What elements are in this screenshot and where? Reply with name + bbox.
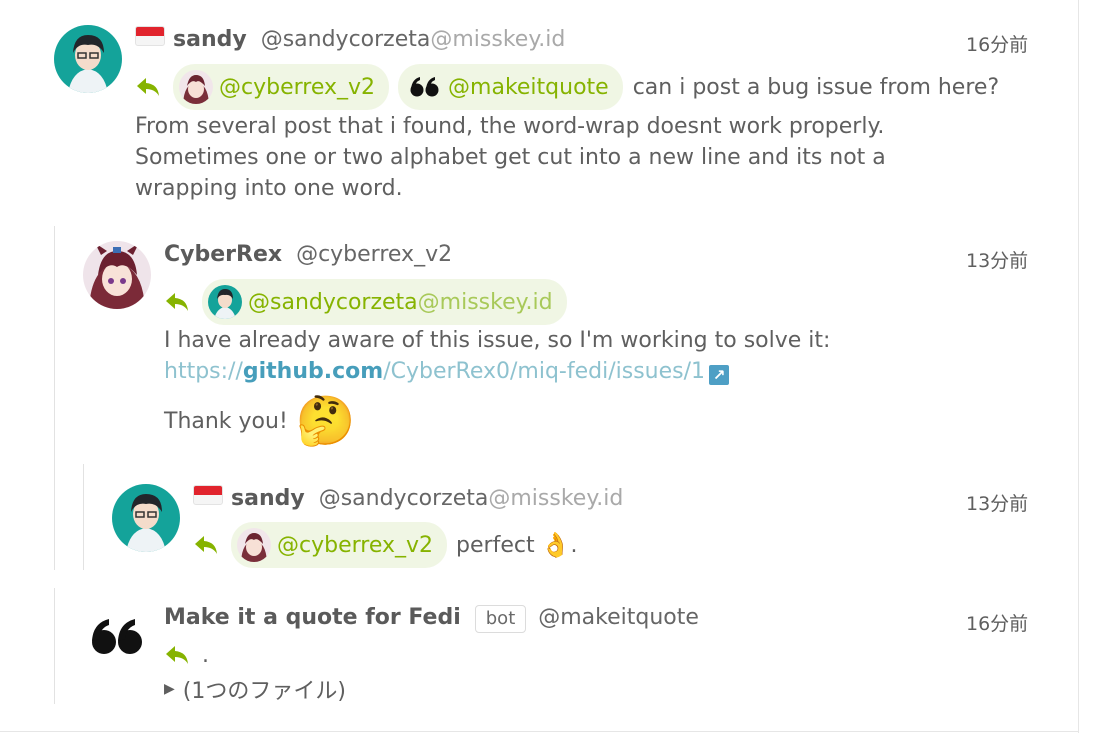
note-text: perfect [456,532,535,558]
files-toggle-label: (1つのファイル) [182,679,346,704]
thread-line-nested [83,464,84,570]
note-text-line: . [164,641,209,669]
triangle-right-icon: ▶ [164,681,175,697]
note-text-thanks-line: Thank you! 🤔 [164,392,356,450]
mention-cyberrex[interactable]: @cyberrex_v2 [231,522,448,568]
display-name[interactable]: Make it a quote for Fedi [164,605,461,630]
user-host[interactable]: @misskey.id [430,27,565,52]
note-text-first-line: @cyberrex_v2 @makeitquote can i post a b… [135,64,999,110]
note-text-line: I have already aware of this issue, so I… [164,328,831,353]
thinking-emoji: 🤔 [295,393,356,449]
note-reply-target-line: @sandycorzeta @misskey.id [164,279,576,325]
avatar-makeitquote[interactable] [83,604,151,672]
link-path: /CyberRex0/miq-fedi/issues/1 [383,359,706,384]
bottom-border [0,731,1078,732]
note-text-body: I have already aware of this issue, so I… [164,325,830,387]
reply-arrow-icon [195,536,217,554]
display-name[interactable]: sandy [231,486,305,511]
display-name[interactable]: sandy [173,27,247,52]
mention-username: @sandycorzeta [248,289,418,315]
username[interactable]: @sandycorzeta [319,486,489,511]
note-text-line: @cyberrex_v2 perfect 👌 . [193,522,577,568]
thread-line [54,226,55,570]
note-header: sandy @sandycorzeta @misskey.id [135,26,565,52]
user-host[interactable]: @misskey.id [488,486,623,511]
username[interactable]: @sandycorzeta [261,27,431,52]
mention-sandycorzeta[interactable]: @sandycorzeta @misskey.id [202,279,567,325]
right-border [1078,0,1079,733]
reply-arrow-icon [166,646,188,664]
note-time[interactable]: 16分前 [966,30,1028,57]
note-time[interactable]: 16分前 [966,609,1028,636]
files-toggle[interactable]: ▶ (1つのファイル) [164,673,346,705]
ok-hand-emoji: 👌 [540,531,571,559]
username[interactable]: @cyberrex_v2 [296,242,452,267]
mention-text: @cyberrex_v2 [277,532,434,558]
avatar-sandy[interactable] [112,484,180,552]
note-text-inline: can i post a bug issue from here? [632,74,1000,100]
bot-badge: bot [474,605,527,633]
note-header: CyberRex @cyberrex_v2 [164,242,452,267]
avatar-cyberrex-mini [179,70,213,104]
note-text-line: wrapping into one word. [135,176,403,201]
username[interactable]: @makeitquote [538,605,699,630]
external-link-icon: ↗ [709,365,730,385]
mention-cyberrex[interactable]: @cyberrex_v2 [173,64,390,110]
reply-arrow-icon [137,78,159,96]
thread-line [54,588,55,704]
display-name[interactable]: CyberRex [164,242,282,267]
avatar-sandy-mini [208,285,242,319]
mention-text: @cyberrex_v2 [219,74,376,100]
avatar-cyberrex[interactable] [83,241,151,309]
note-header: sandy @sandycorzeta @misskey.id [193,485,623,511]
indonesia-flag-icon [135,26,165,46]
quote-mark-icon [408,70,442,104]
issue-link[interactable]: https://github.com/CyberRex0/miq-fedi/is… [164,356,830,387]
note-text-line: Sometimes one or two alphabet get cut in… [135,145,886,170]
indonesia-flag-icon [193,485,223,505]
note-text: . [202,642,209,668]
note-header: Make it a quote for Fedi bot @makeitquot… [164,605,699,633]
link-scheme: https:// [164,359,243,384]
avatar-sandy[interactable] [54,25,122,93]
reply-arrow-icon [166,293,188,311]
note-text-line: From several post that i found, the word… [135,114,885,139]
thanks-text: Thank you! [164,408,288,434]
note-text-end: . [570,532,578,558]
avatar-cyberrex-mini [237,528,271,562]
note-time[interactable]: 13分前 [966,246,1028,273]
mention-makeitquote[interactable]: @makeitquote [398,64,623,110]
note-text-body: From several post that i found, the word… [135,111,886,204]
mention-text: @makeitquote [448,74,609,100]
mention-host: @misskey.id [417,289,553,315]
link-host: github.com [242,359,384,384]
note-time[interactable]: 13分前 [966,489,1028,516]
